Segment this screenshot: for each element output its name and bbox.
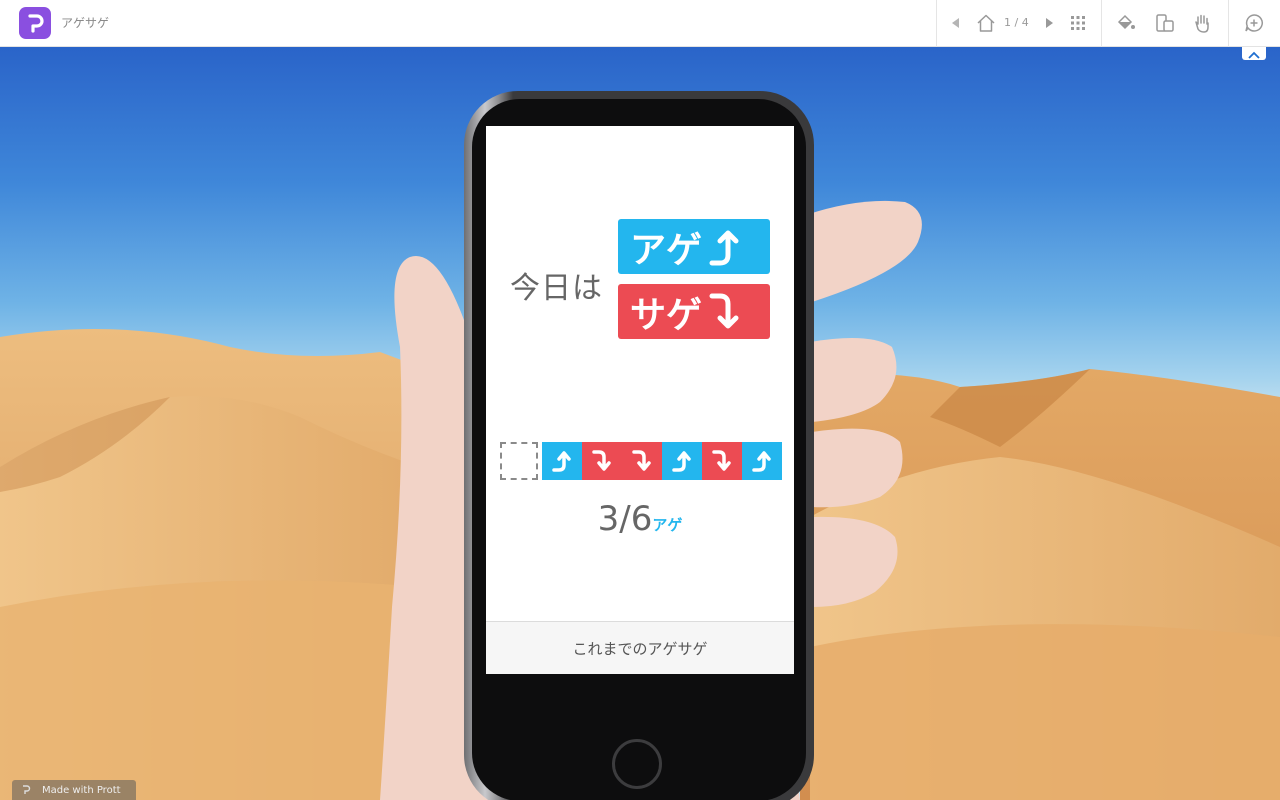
arrow-down-icon bbox=[632, 450, 651, 471]
count-display: 3/6アゲ bbox=[486, 499, 794, 539]
prott-small-logo bbox=[23, 785, 31, 794]
arrow-up-icon bbox=[709, 230, 739, 265]
arrow-up-icon bbox=[552, 451, 571, 472]
age-label: アゲ bbox=[630, 229, 703, 271]
phone-home-button[interactable] bbox=[612, 739, 662, 789]
top-toolbar: アゲサゲ 1 / 4 bbox=[0, 0, 1280, 47]
made-with-badge[interactable]: Made with Prott bbox=[12, 780, 136, 800]
next-page-icon[interactable] bbox=[1040, 0, 1058, 46]
home-icon[interactable] bbox=[974, 0, 998, 46]
arrow-up-icon bbox=[672, 451, 691, 472]
prev-page-icon[interactable] bbox=[946, 0, 966, 46]
toolbar-divider bbox=[936, 0, 937, 47]
history-age-item bbox=[662, 442, 702, 480]
history-age-item bbox=[742, 442, 782, 480]
today-label: 今日は bbox=[510, 271, 603, 306]
made-with-label: Made with Prott bbox=[42, 784, 121, 796]
app-screen: 今日は アゲ サゲ 3/6アゲ これまでのアゲサゲ bbox=[486, 126, 794, 674]
project-title: アゲサゲ bbox=[61, 16, 110, 30]
history-sage-item bbox=[702, 442, 742, 480]
history-strip bbox=[500, 442, 782, 480]
toolbar-divider bbox=[1101, 0, 1102, 47]
sage-label: サゲ bbox=[630, 294, 703, 336]
history-sage-item bbox=[622, 442, 662, 480]
count-number: 3/6 bbox=[597, 499, 653, 539]
page-indicator: 1 / 4 bbox=[1004, 16, 1029, 29]
age-button[interactable]: アゲ bbox=[618, 219, 770, 274]
arrow-down-icon bbox=[592, 450, 611, 471]
grid-icon[interactable] bbox=[1068, 0, 1088, 46]
sage-button[interactable]: サゲ bbox=[618, 284, 770, 339]
history-age-item bbox=[542, 442, 582, 480]
device-icon[interactable] bbox=[1153, 0, 1177, 46]
paint-bucket-icon[interactable] bbox=[1114, 0, 1138, 46]
arrow-up-icon bbox=[752, 451, 771, 472]
toolbar-divider bbox=[1228, 0, 1229, 47]
hand-icon[interactable] bbox=[1190, 0, 1214, 46]
arrow-down-icon bbox=[712, 450, 731, 471]
history-sage-item bbox=[582, 442, 622, 480]
arrow-down-icon bbox=[709, 293, 739, 328]
empty-slot bbox=[500, 442, 538, 480]
count-unit: アゲ bbox=[652, 516, 683, 534]
collapse-icon[interactable] bbox=[1242, 47, 1266, 60]
comment-add-icon[interactable] bbox=[1242, 0, 1266, 46]
history-button[interactable]: これまでのアゲサゲ bbox=[486, 621, 794, 674]
prott-logo[interactable] bbox=[19, 7, 51, 39]
